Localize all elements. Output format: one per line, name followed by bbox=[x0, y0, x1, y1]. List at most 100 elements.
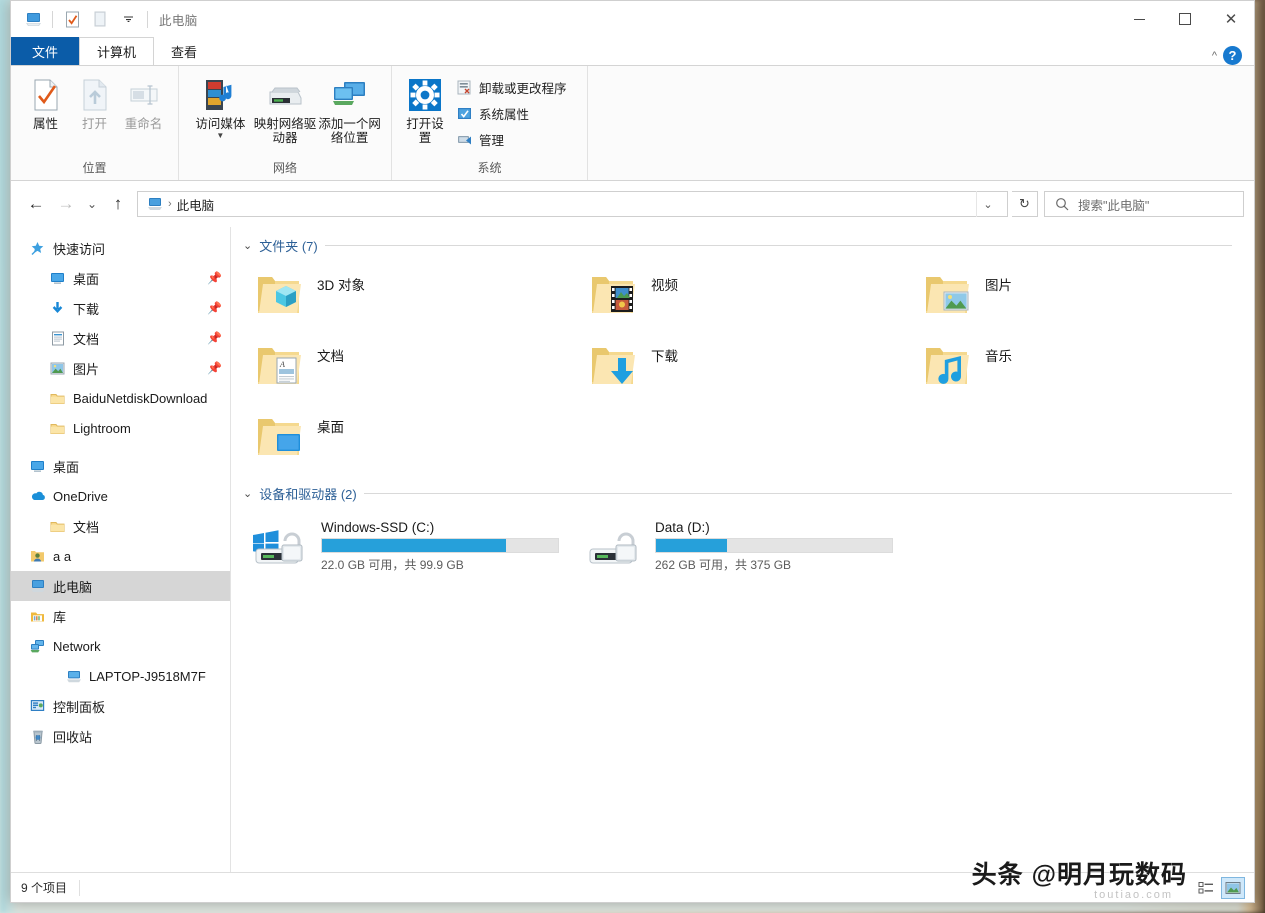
large-icons-view-icon[interactable] bbox=[1221, 876, 1245, 899]
folder-tile-desktop[interactable]: 桌面 bbox=[241, 404, 575, 475]
pin-icon[interactable]: 📌 bbox=[207, 331, 222, 345]
group-header-folders[interactable]: ⌄ 文件夹 (7) bbox=[241, 232, 1254, 258]
capacity-bar bbox=[321, 537, 559, 553]
ribbon-group-system-title: 系统 bbox=[477, 161, 502, 175]
sidebar-item-network[interactable]: Network bbox=[11, 631, 230, 661]
folder-downloads-icon bbox=[587, 342, 639, 395]
folder-tile-videos[interactable]: 视频 bbox=[575, 262, 909, 333]
forward-button[interactable]: → bbox=[51, 189, 81, 219]
sidebar-item-documents-onedrive[interactable]: 文档 bbox=[11, 511, 230, 541]
system-properties-label: 系统属性 bbox=[479, 107, 530, 122]
ribbon: 属性 打开 重命名 位置 访问媒体 ▼ 映射网络驱动器 添加一个网络位置 网络 … bbox=[11, 65, 1254, 181]
sidebar-item-libraries[interactable]: 库 bbox=[11, 601, 230, 631]
chevron-down-icon[interactable]: ⌄ bbox=[243, 487, 252, 500]
access-media-button[interactable]: 访问媒体 ▼ bbox=[189, 72, 252, 140]
sidebar-item-user-aa[interactable]: a a bbox=[11, 541, 230, 571]
address-bar: ← → ⌄ ↑ › 此电脑 ⌄ ↻ 搜索"此电脑" bbox=[11, 181, 1254, 227]
tab-file[interactable]: 文件 bbox=[11, 37, 80, 65]
sidebar-item-lightroom[interactable]: Lightroom bbox=[11, 413, 230, 443]
sidebar-item-baidunetdiskdownload[interactable]: BaiduNetdiskDownload bbox=[11, 383, 230, 413]
folder-tile-downloads[interactable]: 下载 bbox=[575, 333, 909, 404]
add-network-location-label: 添加一个网络位置 bbox=[318, 117, 381, 145]
ribbon-group-system: 打开设置 卸载或更改程序 系统属性 管理 系统 bbox=[392, 66, 588, 180]
manage-item[interactable]: 管理 bbox=[452, 126, 571, 152]
maximize-button[interactable] bbox=[1162, 1, 1208, 37]
refresh-button[interactable]: ↻ bbox=[1012, 191, 1038, 217]
sidebar-item-downloads-qa[interactable]: 下载 📌 bbox=[11, 293, 230, 323]
sidebar-item-onedrive[interactable]: OneDrive bbox=[11, 481, 230, 511]
sidebar-item-documents-qa[interactable]: 文档 📌 bbox=[11, 323, 230, 353]
folders-grid: 3D 对象 视频 图片 A 文档 下载 音乐 桌面 bbox=[241, 258, 1254, 475]
uninstall-program-item[interactable]: 卸载或更改程序 bbox=[452, 74, 571, 100]
system-properties-item[interactable]: 系统属性 bbox=[452, 100, 571, 126]
this-pc-icon bbox=[146, 196, 163, 213]
path-breadcrumb[interactable]: › 此电脑 ⌄ bbox=[137, 191, 1008, 217]
details-view-icon[interactable] bbox=[1195, 878, 1217, 898]
access-media-icon bbox=[203, 75, 237, 115]
map-network-drive-button[interactable]: 映射网络驱动器 bbox=[254, 72, 317, 145]
sidebar-item-quick-access[interactable]: 快速访问 bbox=[11, 233, 230, 263]
drive-capacity-text: 22.0 GB 可用，共 99.9 GB bbox=[321, 557, 464, 572]
properties-check-icon[interactable] bbox=[58, 5, 86, 33]
close-button[interactable]: ✕ bbox=[1208, 1, 1254, 37]
folder-name: 下载 bbox=[651, 349, 678, 364]
properties-button[interactable]: 属性 bbox=[21, 72, 70, 131]
chevron-down-icon[interactable]: ⌄ bbox=[243, 239, 252, 252]
drive-tile-c[interactable]: Windows-SSD (C:) 22.0 GB 可用，共 99.9 GB bbox=[241, 512, 575, 578]
sidebar-item-laptop[interactable]: LAPTOP-J9518M7F bbox=[11, 661, 230, 691]
open-folder-icon[interactable] bbox=[86, 5, 114, 33]
pin-icon[interactable]: 📌 bbox=[207, 301, 222, 315]
sidebar-label: a a bbox=[53, 548, 72, 564]
up-button[interactable]: ↑ bbox=[103, 189, 133, 219]
desktop-icon bbox=[29, 458, 46, 475]
help-icon[interactable]: ? bbox=[1223, 46, 1242, 65]
system-properties-icon bbox=[456, 105, 473, 122]
uninstall-program-label: 卸载或更改程序 bbox=[479, 81, 567, 96]
pin-icon[interactable]: 📌 bbox=[207, 271, 222, 285]
group-header-drives[interactable]: ⌄ 设备和驱动器 (2) bbox=[241, 480, 1254, 506]
pin-icon[interactable]: 📌 bbox=[207, 361, 222, 375]
folder-tile-3d-objects[interactable]: 3D 对象 bbox=[241, 262, 575, 333]
group-title-folders: 文件夹 (7) bbox=[259, 238, 318, 254]
breadcrumb-segment-this-pc[interactable]: 此电脑 bbox=[177, 195, 215, 214]
folder-tile-documents[interactable]: A 文档 bbox=[241, 333, 575, 404]
tab-computer[interactable]: 计算机 bbox=[79, 37, 155, 65]
rename-button[interactable]: 重命名 bbox=[119, 72, 168, 131]
downloads-icon bbox=[49, 300, 66, 317]
sidebar-item-desktop-qa[interactable]: 桌面 📌 bbox=[11, 263, 230, 293]
sidebar-item-control-panel[interactable]: 控制面板 bbox=[11, 691, 230, 721]
recent-locations-button[interactable]: ⌄ bbox=[81, 189, 103, 219]
sidebar-item-this-pc[interactable]: 此电脑 bbox=[11, 571, 230, 601]
group-divider bbox=[324, 244, 1232, 246]
folder-tile-music[interactable]: 音乐 bbox=[909, 333, 1243, 404]
rename-icon bbox=[128, 75, 160, 115]
add-network-location-button[interactable]: 添加一个网络位置 bbox=[318, 72, 381, 145]
manage-icon bbox=[456, 131, 473, 148]
sidebar-label: 文档 bbox=[73, 331, 100, 347]
sidebar-item-pictures-qa[interactable]: 图片 📌 bbox=[11, 353, 230, 383]
sidebar-item-recycle-bin[interactable]: 回收站 bbox=[11, 721, 230, 751]
sidebar-label: 图片 bbox=[73, 361, 100, 377]
open-label: 打开 bbox=[81, 117, 107, 131]
open-button[interactable]: 打开 bbox=[70, 72, 119, 131]
back-button[interactable]: ← bbox=[21, 189, 51, 219]
sidebar-label: 控制面板 bbox=[53, 699, 106, 715]
this-pc-icon[interactable] bbox=[19, 5, 47, 33]
sidebar-item-desktop[interactable]: 桌面 bbox=[11, 451, 230, 481]
item-view: ⌄ 文件夹 (7) 3D 对象 视频 图片 A 文档 下载 音乐 桌面 ⌄ 设备… bbox=[231, 227, 1254, 872]
navigation-pane: 快速访问 桌面 📌 下载 📌 文档 📌 图片 📌 BaiduNetdiskDow… bbox=[11, 227, 231, 872]
chevron-down-icon[interactable]: ▼ bbox=[216, 131, 224, 140]
drive-tile-d[interactable]: Data (D:) 262 GB 可用，共 375 GB bbox=[575, 512, 909, 578]
folder-tile-pictures[interactable]: 图片 bbox=[909, 262, 1243, 333]
chevron-up-icon[interactable]: ^ bbox=[1212, 50, 1217, 62]
ribbon-group-network: 访问媒体 ▼ 映射网络驱动器 添加一个网络位置 网络 bbox=[179, 66, 392, 180]
tab-view[interactable]: 查看 bbox=[154, 37, 214, 65]
search-box[interactable]: 搜索"此电脑" bbox=[1044, 191, 1244, 217]
sidebar-label: OneDrive bbox=[53, 488, 108, 504]
customize-dropdown-icon[interactable] bbox=[114, 5, 142, 33]
ribbon-group-location-title: 位置 bbox=[82, 161, 107, 175]
open-settings-button[interactable]: 打开设置 bbox=[402, 72, 448, 145]
path-history-dropdown-icon[interactable]: ⌄ bbox=[976, 191, 999, 217]
minimize-button[interactable] bbox=[1116, 1, 1162, 37]
